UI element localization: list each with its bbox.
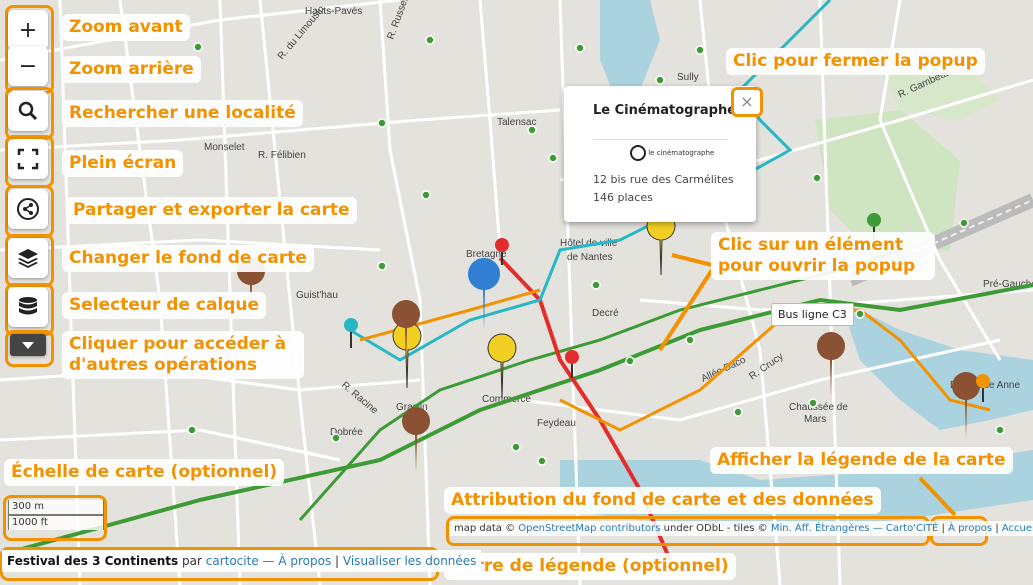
cinema-logo-icon	[630, 145, 646, 161]
layers-icon	[18, 249, 38, 268]
search-button[interactable]	[8, 91, 48, 131]
popup-places: 146 places	[593, 191, 653, 204]
annotation-open-popup: Clic sur un élément pour ouvrir la popup	[711, 232, 935, 280]
popup-details: 12 bis rue des Carmélites 146 places	[593, 171, 734, 207]
popup-address: 12 bis rue des Carmélites	[593, 173, 734, 186]
annotation-attribution: Attribution du fond de carte et des donn…	[444, 487, 881, 514]
popup-logo-text: le cinématographe	[648, 149, 715, 157]
zoom-in-button[interactable]: +	[8, 10, 48, 50]
legend-by: par	[182, 554, 202, 568]
attribution-prefix: map data ©	[454, 523, 516, 534]
layer-selector-button[interactable]	[8, 287, 48, 327]
annotation-scale: Échelle de carte (optionnel)	[4, 459, 285, 486]
database-icon	[19, 297, 37, 315]
svg-text:Guist'hau: Guist'hau	[296, 290, 338, 301]
svg-text:Feydeau: Feydeau	[537, 418, 576, 429]
annotation-fullscreen: Plein écran	[62, 150, 184, 177]
attribution-sep2: |	[995, 523, 999, 534]
attribution-middle: under ODbL - tiles ©	[663, 523, 768, 534]
annotation-zoom-in: Zoom avant	[62, 14, 190, 41]
map-attribution: map data © OpenStreetMap contributors un…	[450, 521, 1033, 536]
legend-title: Festival des 3 Continents	[7, 554, 179, 568]
legend-data-link[interactable]: Visualiser les données	[343, 554, 477, 568]
svg-text:Decré: Decré	[592, 308, 619, 319]
tiles-link[interactable]: Min. Aff. Étrangères — Carto'CITÉ	[771, 523, 939, 534]
popup-divider	[593, 139, 728, 140]
annotation-search: Rechercher une localité	[62, 100, 303, 127]
annotation-basemap: Changer le fond de carte	[62, 245, 314, 272]
osm-link[interactable]: OpenStreetMap contributors	[518, 523, 660, 534]
popup-close-button[interactable]: ×	[731, 87, 763, 117]
share-icon	[17, 198, 39, 220]
annotation-share: Partager et exporter la carte	[66, 197, 357, 224]
legend-author-link[interactable]: cartocite — À propos	[206, 554, 331, 568]
svg-text:Mars: Mars	[804, 414, 826, 425]
annotation-layer: Selecteur de calque	[62, 292, 267, 319]
search-icon	[18, 101, 38, 121]
more-options-button[interactable]	[10, 334, 46, 356]
svg-text:Chaussée de: Chaussée de	[789, 402, 848, 413]
annotation-close-popup: Clic pour fermer la popup	[726, 48, 985, 75]
svg-text:Monselet: Monselet	[204, 142, 245, 153]
share-button[interactable]	[8, 189, 48, 229]
annotation-more: Cliquer pour accéder à d'autres opératio…	[62, 331, 304, 379]
popup-title: Le Cinématographe	[593, 103, 737, 118]
bus-line-tooltip: Bus ligne C3	[771, 303, 854, 326]
popup-logo: le cinématographe	[630, 145, 714, 161]
annotation-legend-show: Afficher la légende de la carte	[710, 447, 1013, 474]
svg-text:de Nantes: de Nantes	[567, 252, 613, 263]
about-link[interactable]: À propos	[948, 523, 992, 534]
home-link[interactable]: Accueil	[1002, 523, 1033, 534]
annotation-zoom-out: Zoom arrière	[62, 56, 201, 83]
scale-imperial: 1000 ft	[8, 515, 104, 530]
legend-bar: Festival des 3 Continents par cartocite …	[2, 550, 482, 572]
scale-metric: 300 m	[8, 500, 104, 515]
basemap-button[interactable]	[8, 238, 48, 278]
fullscreen-button[interactable]	[8, 139, 48, 179]
zoom-out-button[interactable]: −	[8, 46, 48, 86]
map-scale: 300 m 1000 ft	[8, 500, 104, 530]
caret-down-icon	[22, 342, 34, 349]
svg-text:Sully: Sully	[677, 72, 699, 83]
svg-text:R. Félibien: R. Félibien	[258, 150, 306, 161]
attribution-sep: |	[941, 523, 945, 534]
legend-sep: |	[335, 554, 340, 568]
fullscreen-icon	[17, 148, 39, 170]
annotation-legend-bar: Barre de légende (optionnel)	[444, 553, 736, 580]
feature-popup: Le Cinématographe le cinématographe 12 b…	[564, 86, 756, 222]
